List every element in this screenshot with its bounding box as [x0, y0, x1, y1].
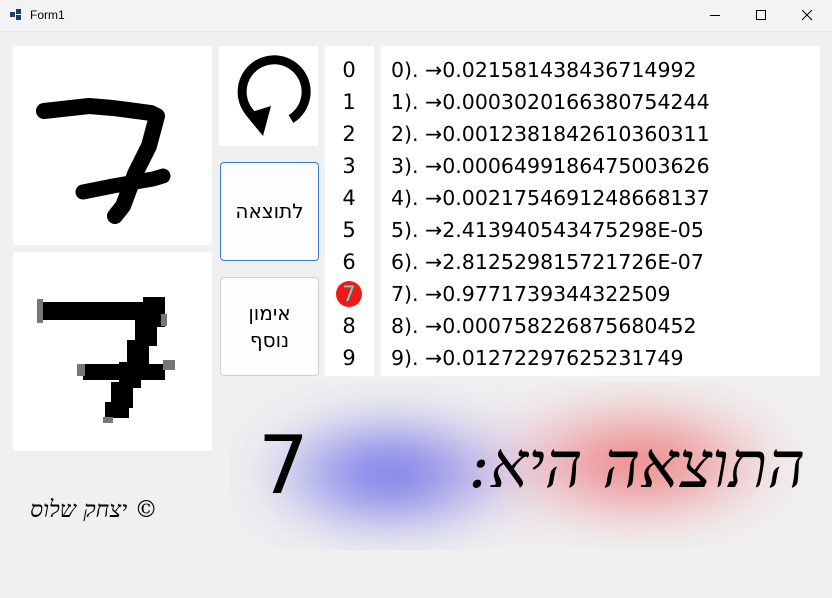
probability-row: 7). →0.9771739344322509 [391, 282, 671, 306]
minimize-button[interactable] [692, 0, 738, 31]
show-result-button[interactable]: לתוצאה [220, 162, 319, 261]
window-title: Form1 [30, 8, 65, 22]
probability-row: 6). →2.81252981572172​6E-07 [391, 250, 704, 274]
maximize-icon [755, 10, 766, 20]
extra-training-label: אימון נוסף [248, 300, 290, 354]
downscaled-digit-image [37, 297, 175, 423]
show-result-label: לתוצאה [235, 199, 304, 223]
maximize-button[interactable] [738, 0, 784, 31]
preview-image [13, 252, 212, 451]
title-bar[interactable]: Form1 [0, 0, 832, 32]
probability-row: 1). →0.0003020166380754244 [391, 90, 710, 114]
probability-row: 9). →0.01272297625231749 [391, 346, 684, 370]
digit-label-2: 2 [342, 122, 356, 146]
result-label: התוצאה היא: [468, 429, 805, 503]
probability-row: 8). →0.000758226875680452 [391, 314, 697, 338]
digit-label-1: 1 [342, 90, 356, 114]
probability-row: 0). →0.021581438436714992 [391, 58, 697, 82]
probability-row: 2). →0.001238184261036031​1 [391, 122, 710, 146]
close-icon [801, 10, 812, 21]
minimize-icon [709, 15, 720, 16]
probability-row: 3). →0.0006499186475003626 [391, 154, 710, 178]
drawing-canvas[interactable] [13, 46, 212, 245]
digit-label-6: 6 [342, 250, 356, 274]
clear-button[interactable] [219, 46, 318, 146]
refresh-icon [237, 55, 311, 136]
digit-label-8: 8 [342, 314, 356, 338]
result-digit: 7 [258, 419, 309, 512]
probability-list: 0). →0.021581438436714992 1). →0.0003020… [381, 46, 820, 376]
digit-label-3: 3 [342, 154, 356, 178]
extra-training-label-line2: נוסף [249, 327, 290, 352]
digit-label-5: 5 [342, 218, 356, 242]
extra-training-label-line1: אימון [248, 300, 291, 325]
digit-label-0: 0 [342, 58, 356, 82]
app-icon [10, 9, 22, 21]
digit-index-list: 0 1 2 3 4 5 6 7 8 9 [325, 46, 374, 376]
extra-training-button[interactable]: אימון נוסף [220, 277, 319, 376]
close-button[interactable] [784, 0, 830, 31]
probability-row: 4). →0.002175469124866813​7 [391, 186, 710, 210]
probability-row: 5). →2.413940543475298E-05 [391, 218, 704, 242]
digit-label-9: 9 [342, 346, 356, 370]
digit-label-4: 4 [342, 186, 356, 210]
digit-label-7-highlighted: 7 [336, 281, 362, 307]
copyright-text: © יצחק שלוס [30, 497, 158, 523]
drawn-digit-image [36, 98, 171, 224]
